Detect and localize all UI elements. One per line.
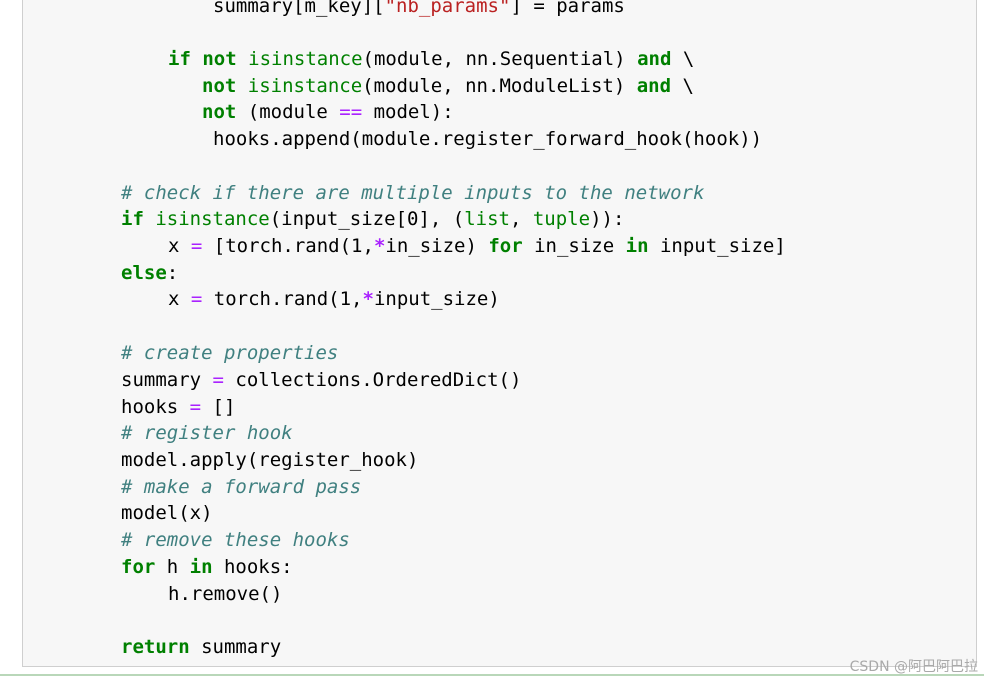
code-token: input_size] [648,235,786,257]
comment-token: # remove these hooks [121,529,350,551]
code-token: summary [121,369,213,391]
string-token: "nb_params" [384,0,511,17]
code-token: (module [236,101,340,123]
code-line: hooks.append(module.register_forward_hoo… [213,128,762,150]
builtin-token: isinstance [248,48,363,70]
keyword-token: in [189,556,213,578]
code-token: in_size [522,235,626,257]
code-line: hooks = [] [121,396,235,418]
code-token: torch.rand(1, [202,288,363,310]
code-line: if isinstance(input_size[0], (list, tupl… [121,208,624,230]
code-token: x [168,235,191,257]
code-line: # register hook [121,422,293,444]
comment-token: # make a forward pass [121,476,362,498]
code-token: : [166,262,179,284]
code-line: for h in hooks: [121,556,293,578]
code-token: summary[m_key][ [213,0,385,17]
code-line: if not isinstance(module, nn.Sequential)… [168,48,694,70]
code-line: # remove these hooks [121,529,350,551]
code-line: x = torch.rand(1,*input_size) [168,288,500,310]
keyword-token: and [637,48,672,70]
code-token: hooks.append(module.register_forward_hoo… [213,128,763,150]
code-line: # check if there are multiple inputs to … [121,182,704,204]
code-token: model): [362,101,454,123]
code-token: [] [201,396,236,418]
operator-token: = [189,396,202,418]
code-line: not (module == model): [202,101,454,123]
code-token: )): [590,208,625,230]
builtin-token: isinstance [247,75,363,97]
operator-token: * [373,235,386,257]
code-token: x [168,288,191,310]
code-cell[interactable]: summary[m_key]["nb_params"] = params if … [22,0,977,667]
code-token: h [155,556,190,578]
code-token: model(x) [121,502,213,524]
code-token: h.remove() [168,583,283,605]
code-token: hooks [121,396,190,418]
keyword-token: not [202,75,237,97]
code-line: model(x) [121,502,213,524]
code-token: , [509,208,533,230]
builtin-token: isinstance [155,208,270,230]
code-line: h.remove() [168,583,282,605]
code-token: input_size) [373,288,500,310]
operator-token: * [362,288,374,310]
keyword-token: not [202,48,237,70]
keyword-token: not [202,101,237,123]
code-token: (module, nn.Sequential) [362,48,638,70]
code-token: \ [671,48,695,70]
keyword-token: if [121,208,144,230]
operator-token: = [190,288,203,310]
keyword-token: return [121,636,190,658]
keyword-token: if [168,48,191,70]
keyword-token: for [121,556,156,578]
code-line: # make a forward pass [121,476,361,498]
code-line: summary = collections.OrderedDict() [121,369,521,391]
keyword-token: and [636,75,672,97]
operator-token: = [190,235,203,257]
operator-token: = [212,369,224,391]
code-token: hooks: [212,556,293,578]
code-token: collections.OrderedDict() [223,369,522,391]
code-token: summary [189,636,282,658]
code-token: (module, nn.ModuleList) [362,75,637,97]
code-line: # create properties [121,342,338,364]
watermark: CSDN @阿巴阿巴拉 [849,659,978,675]
code-line: x = [torch.rand(1,*in_size) for in_size … [168,235,786,257]
code-token: (input_size[0], ( [269,208,465,230]
builtin-token: list [464,208,510,230]
code-token: model.apply(register_hook) [121,449,419,471]
code-token: \ [671,75,694,97]
keyword-token: in [625,235,649,257]
keyword-token: else [121,262,167,284]
builtin-token: tuple [532,208,591,230]
keyword-token: for [488,235,523,257]
comment-token: # register hook [121,422,293,444]
comment-token: # create properties [121,342,339,364]
code-token: in_size) [385,235,489,257]
code-token: [torch.rand(1, [202,235,374,257]
code-token: ] = params [510,0,625,17]
cell-bottom-divider [0,674,984,676]
code-line: model.apply(register_hook) [121,449,418,471]
code-line: return summary [121,636,281,658]
operator-token: == [339,101,363,123]
code-line: summary[m_key]["nb_params"] = params [213,0,625,17]
code-editor[interactable]: summary[m_key]["nb_params"] = params if … [23,0,976,666]
comment-token: # check if there are multiple inputs to … [121,182,705,204]
code-line: not isinstance(module, nn.ModuleList) an… [202,75,694,97]
code-line: else: [121,262,178,284]
